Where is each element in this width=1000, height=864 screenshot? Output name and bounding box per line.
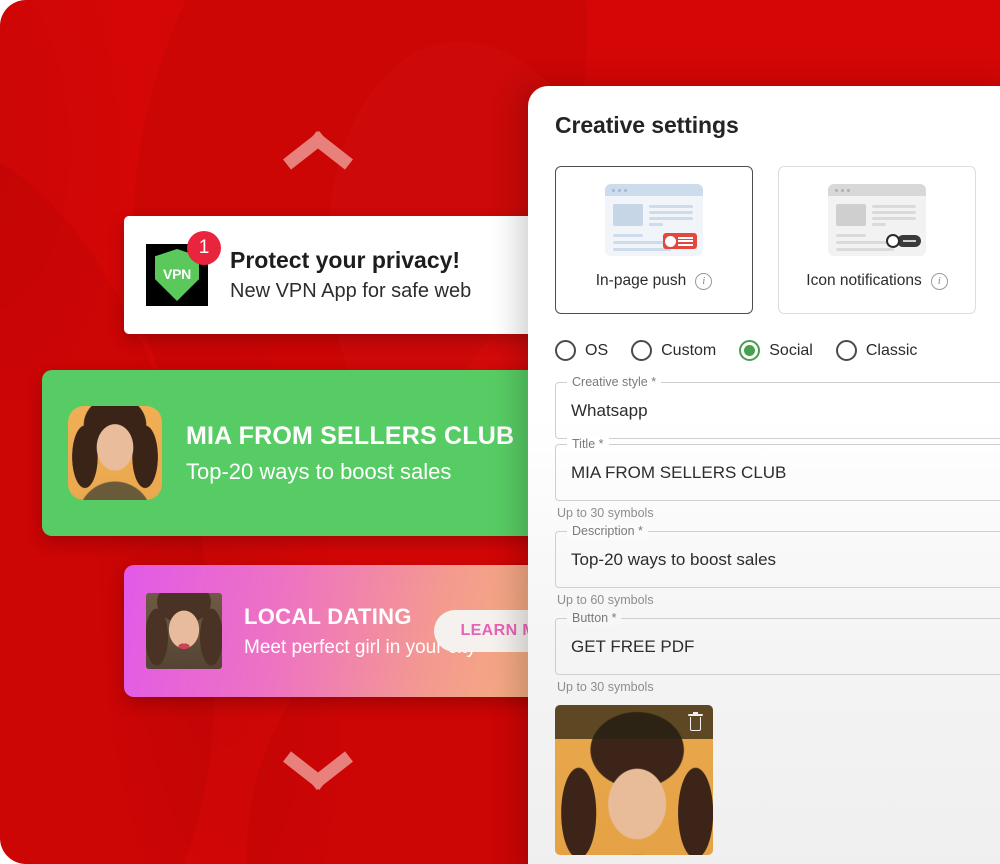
title-input[interactable]: Title * MIA FROM SELLERS CLUB — [555, 437, 1000, 501]
field-creative-style: Creative style * Whatsapp — [555, 375, 1000, 439]
chevron-down-icon[interactable] — [282, 740, 354, 790]
info-icon[interactable]: i — [930, 272, 948, 290]
radio-icon — [835, 340, 857, 361]
radio-option-classic[interactable]: Classic — [835, 340, 918, 361]
notification-text: Protect your privacy! New VPN App for sa… — [230, 247, 471, 303]
creative-type-icon-notifications[interactable]: Icon notifications i — [778, 166, 976, 314]
radio-label: Classic — [865, 341, 918, 359]
creative-type-label-row: In-page push i — [596, 272, 713, 290]
screenshot-root: VPN 1 Protect your privacy! New VPN App … — [0, 0, 1000, 864]
notification-subtitle: Top-20 ways to boost sales — [186, 458, 452, 484]
notification-title: MIA FROM SELLERS CLUB — [186, 421, 515, 450]
field-title: Title * MIA FROM SELLERS CLUB Up to 30 s… — [555, 437, 1000, 520]
field-value: MIA FROM SELLERS CLUB — [571, 462, 787, 482]
shield-icon-label: VPN — [163, 265, 191, 282]
field-value: Whatsapp — [571, 400, 648, 420]
field-label: Creative style * — [567, 375, 662, 389]
radio-icon-selected — [739, 340, 761, 361]
creative-type-tiles: In-page push i Icon notifications i — [555, 166, 1000, 314]
chevron-up-icon[interactable] — [282, 131, 354, 184]
button-text-input[interactable]: Button * GET FREE PDF — [555, 611, 1000, 675]
radio-label: Social — [769, 341, 813, 359]
radio-icon — [555, 340, 576, 361]
info-icon[interactable]: i — [695, 272, 713, 290]
radio-label: OS — [585, 341, 609, 359]
field-helper-text: Up to 60 symbols — [557, 593, 654, 607]
creative-image-preview[interactable] — [555, 705, 713, 855]
field-description: Description * Top-20 ways to boost sales… — [555, 524, 1000, 607]
field-button: Button * GET FREE PDF Up to 30 symbols — [555, 611, 1000, 694]
notification-card-vpn[interactable]: VPN 1 Protect your privacy! New VPN App … — [124, 216, 554, 334]
notification-title: Protect your privacy! — [230, 247, 461, 273]
avatar — [68, 406, 162, 500]
icon-notifications-thumbnail — [828, 184, 926, 256]
vpn-app-icon: VPN 1 — [146, 231, 221, 306]
notification-card-mia[interactable]: MIA FROM SELLERS CLUB Top-20 ways to boo… — [42, 370, 562, 536]
radio-option-custom[interactable]: Custom — [631, 340, 716, 361]
in-page-push-thumbnail — [605, 184, 703, 256]
creative-style-input[interactable]: Creative style * Whatsapp — [555, 375, 1000, 439]
page-title: Creative settings — [555, 112, 739, 138]
field-label: Button * — [567, 611, 622, 625]
creative-type-label: Icon notifications — [806, 272, 922, 289]
description-input[interactable]: Description * Top-20 ways to boost sales — [555, 524, 1000, 588]
notification-text: MIA FROM SELLERS CLUB Top-20 ways to boo… — [186, 422, 514, 485]
field-value: Top-20 ways to boost sales — [571, 549, 777, 569]
notification-badge: 1 — [187, 231, 221, 265]
notification-subtitle: New VPN App for safe web — [230, 280, 472, 302]
creative-type-label-row: Icon notifications i — [806, 272, 948, 290]
notification-card-dating[interactable]: LOCAL DATING Meet perfect girl in your c… — [124, 565, 598, 697]
radio-option-os[interactable]: OS — [555, 340, 608, 361]
field-value: GET FREE PDF — [571, 636, 695, 656]
field-helper-text: Up to 30 symbols — [557, 506, 654, 520]
icon-notification-glyph — [886, 234, 921, 248]
field-label: Title * — [567, 437, 609, 451]
preview-toolbar — [555, 705, 713, 739]
trash-icon[interactable] — [688, 711, 703, 731]
creative-settings-panel: Creative settings In-page push i Icon no… — [528, 86, 1000, 864]
creative-type-label: In-page push — [595, 272, 687, 289]
avatar — [146, 593, 222, 669]
field-helper-text: Up to 30 symbols — [557, 680, 654, 694]
creative-type-in-page-push[interactable]: In-page push i — [555, 166, 753, 314]
radio-label: Custom — [661, 341, 717, 359]
field-label: Description * — [567, 524, 648, 538]
in-page-push-badge-icon — [663, 233, 697, 249]
creative-style-radio-group: OS Custom Social Classic — [555, 340, 1000, 361]
radio-icon — [631, 340, 653, 361]
radio-option-social[interactable]: Social — [739, 340, 813, 361]
